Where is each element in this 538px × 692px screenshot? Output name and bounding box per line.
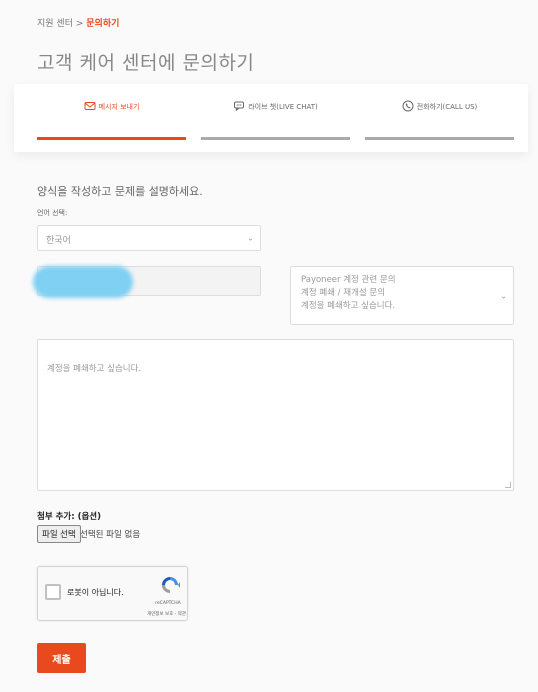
recaptcha-brand: reCAPTCHA (155, 601, 181, 606)
submit-button[interactable]: 제출 (37, 643, 86, 673)
recaptcha-checkbox[interactable] (45, 584, 61, 600)
form-instructions: 양식을 작성하고 문제를 설명하세요. (37, 185, 203, 198)
breadcrumb-parent-link[interactable]: 지원 센터 (37, 19, 73, 29)
topic-line: Payoneer 계정 관련 문의 (301, 275, 396, 285)
email-redaction-mask (33, 266, 133, 298)
file-status-text: 선택된 파일 없음 (80, 530, 141, 540)
choose-file-button[interactable]: 파일 선택 (37, 525, 81, 543)
language-select[interactable]: 한국어 ⌄ (37, 225, 261, 251)
inquiry-topic-select[interactable]: Payoneer 계정 관련 문의 계정 폐쇄 / 재개설 문의 계정을 폐쇄하… (290, 266, 514, 325)
message-textarea[interactable]: 계정을 폐쇄하고 싶습니다. (37, 339, 514, 491)
topic-line: 계정 폐쇄 / 재개설 문의 (301, 288, 386, 298)
chevron-down-icon: ⌄ (247, 233, 254, 243)
topic-line: 계정을 폐쇄하고 싶습니다. (301, 301, 396, 311)
breadcrumb-current: 문의하기 (86, 19, 120, 29)
recaptcha-logo-icon (160, 575, 180, 601)
tab-indicator (201, 137, 350, 140)
breadcrumb-separator: > (75, 19, 84, 29)
tab-indicator (365, 137, 514, 140)
attachment-label: 첨부 추가: (옵션) (37, 512, 102, 522)
breadcrumb: 지원 센터 > 문의하기 (37, 16, 119, 29)
language-select-label: 언어 선택: (37, 209, 68, 217)
language-select-value: 한국어 (46, 236, 71, 246)
phone-icon (402, 100, 414, 114)
tab-send-message-label: 메시지 보내기 (98, 103, 140, 111)
resize-handle[interactable] (505, 482, 511, 488)
tab-live-chat[interactable]: 라이브 챗(LIVE CHAT) (201, 100, 350, 140)
contact-method-tabs: 메시지 보내기 라이브 챗(LIVE CHAT) 전화하기(CALL US) (14, 84, 528, 152)
tab-active-indicator (37, 137, 186, 140)
tab-live-chat-label: 라이브 챗(LIVE CHAT) (248, 103, 318, 111)
tab-call-us-label: 전화하기(CALL US) (416, 103, 478, 111)
recaptcha-widget: 로봇이 아닙니다. reCAPTCHA 개인정보 보호 - 약관 (37, 566, 188, 621)
chat-icon (233, 100, 245, 114)
tab-call-us[interactable]: 전화하기(CALL US) (365, 100, 514, 140)
chevron-down-icon: ⌄ (500, 291, 507, 300)
recaptcha-label: 로봇이 아닙니다. (67, 588, 124, 597)
recaptcha-terms-link[interactable]: 개인정보 보호 - 약관 (134, 611, 186, 617)
message-textarea-value: 계정을 폐쇄하고 싶습니다. (47, 364, 142, 374)
tab-send-message[interactable]: 메시지 보내기 (37, 100, 186, 140)
envelope-icon (84, 100, 96, 114)
page-title: 고객 케어 센터에 문의하기 (37, 52, 255, 74)
